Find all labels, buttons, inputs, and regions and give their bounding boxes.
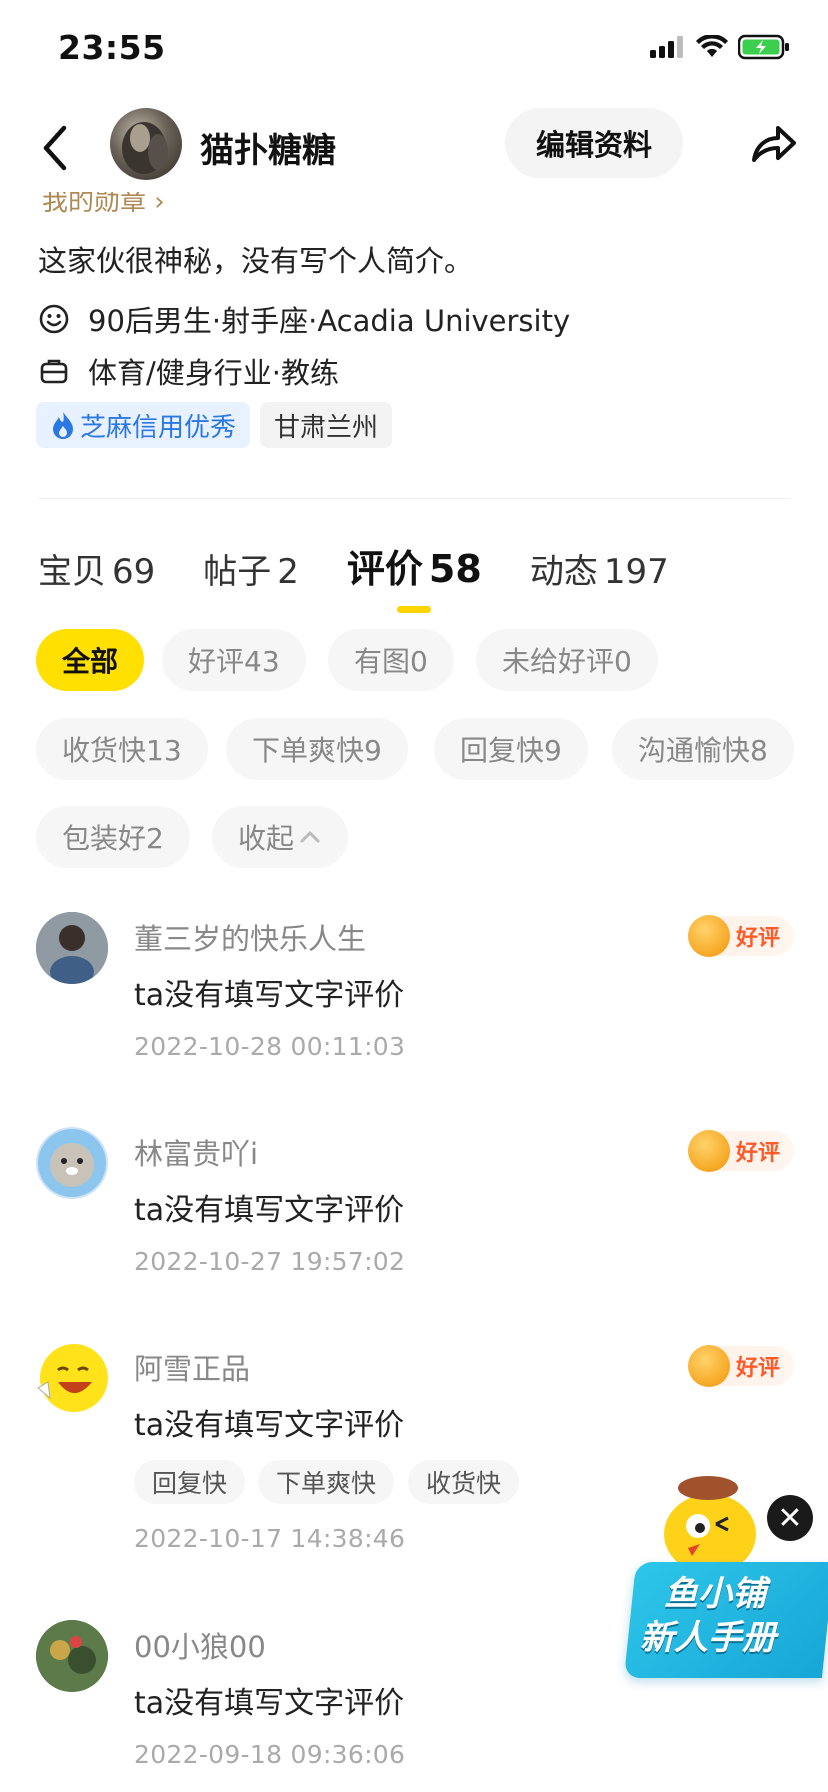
info-job-text: 体育/健身行业·教练 bbox=[88, 356, 339, 390]
reviewer-avatar[interactable] bbox=[36, 912, 108, 984]
tab-activity[interactable]: 动态 197 bbox=[530, 544, 669, 593]
header-username: 猫扑糖糖 bbox=[200, 131, 336, 171]
signal-icon bbox=[650, 36, 683, 58]
newbie-guide-text[interactable]: 鱼小铺 新人手册 bbox=[640, 1572, 828, 1660]
bio-text: 这家伙很神秘，没有写个人简介。 bbox=[38, 244, 474, 278]
tab-items-label: 宝贝 bbox=[38, 552, 106, 592]
mascot-chick-icon[interactable] bbox=[648, 1466, 768, 1576]
newbie-guide-line2: 新人手册 bbox=[640, 1618, 776, 1658]
tab-items[interactable]: 宝贝 69 bbox=[38, 544, 155, 593]
good-review-face-icon bbox=[688, 915, 730, 957]
filter-fast-reply[interactable]: 回复快9 bbox=[434, 718, 588, 780]
good-review-label: 好评 bbox=[736, 926, 781, 951]
good-review-label: 好评 bbox=[736, 1356, 781, 1381]
review-text: ta没有填写文字评价 bbox=[134, 1193, 405, 1228]
tab-reviews-label: 评价 bbox=[346, 547, 423, 591]
active-tab-indicator bbox=[397, 606, 432, 613]
tab-posts-label: 帖子 bbox=[203, 552, 272, 592]
filter-pleasant-comm[interactable]: 沟通愉快8 bbox=[612, 718, 794, 780]
review-text: ta没有填写文字评价 bbox=[134, 978, 405, 1013]
review-tag: 下单爽快 bbox=[258, 1460, 395, 1504]
credit-tag-label: 芝麻信用优秀 bbox=[80, 412, 237, 443]
good-review-face-icon bbox=[688, 1345, 730, 1387]
edit-profile-button[interactable]: 编辑资料 bbox=[505, 108, 683, 178]
review-date: 2022-10-27 19:57:02 bbox=[134, 1247, 406, 1276]
status-icons bbox=[650, 34, 790, 60]
filter-collapse[interactable]: 收起 bbox=[212, 806, 349, 868]
info-basic-text: 90后男生·射手座·Acadia University bbox=[88, 304, 571, 338]
filter-with-image[interactable]: 有图0 bbox=[328, 629, 454, 691]
briefcase-icon bbox=[40, 359, 68, 384]
tab-activity-label: 动态 bbox=[529, 552, 598, 592]
location-tag[interactable]: 甘肃兰州 bbox=[260, 402, 393, 448]
filter-good-package[interactable]: 包装好2 bbox=[36, 806, 190, 868]
share-icon[interactable] bbox=[748, 118, 798, 168]
reviewer-avatar[interactable] bbox=[36, 1620, 108, 1692]
info-row-basic: 90后男生·射手座·Acadia University bbox=[38, 298, 570, 340]
close-widget-button[interactable]: ✕ bbox=[767, 1495, 813, 1541]
tab-reviews-count: 58 bbox=[428, 547, 482, 591]
good-review-badge: 好评 bbox=[688, 1130, 794, 1172]
collapse-label: 收起 bbox=[238, 822, 295, 855]
review-date: 2022-10-17 14:38:46 bbox=[134, 1524, 406, 1553]
tab-activity-count: 197 bbox=[603, 552, 669, 592]
review-tag: 收货快 bbox=[408, 1460, 520, 1504]
header-avatar[interactable] bbox=[110, 108, 182, 180]
status-time: 23:55 bbox=[58, 28, 166, 67]
review-date: 2022-09-18 09:36:06 bbox=[134, 1740, 406, 1769]
reviewer-avatar[interactable] bbox=[36, 1127, 108, 1199]
divider bbox=[38, 498, 790, 499]
tab-posts-count: 2 bbox=[277, 552, 299, 592]
review-date: 2022-10-28 00:11:03 bbox=[134, 1032, 406, 1061]
review-text: ta没有填写文字评价 bbox=[134, 1686, 405, 1721]
filter-fast-delivery[interactable]: 收货快13 bbox=[36, 718, 208, 780]
newbie-guide-line1: 鱼小铺 bbox=[664, 1574, 766, 1614]
good-review-face-icon bbox=[688, 1130, 730, 1172]
filter-quick-order[interactable]: 下单爽快9 bbox=[226, 718, 408, 780]
tab-items-count: 69 bbox=[112, 552, 156, 592]
profile-tags: 芝麻信用优秀 甘肃兰州 bbox=[36, 402, 393, 448]
reviewer-name[interactable]: 林富贵吖i bbox=[134, 1131, 258, 1173]
good-review-badge: 好评 bbox=[688, 915, 794, 957]
tab-reviews[interactable]: 评价 58 bbox=[346, 538, 482, 613]
chevron-up-icon bbox=[300, 831, 320, 843]
back-icon[interactable] bbox=[36, 120, 76, 176]
flame-icon bbox=[53, 412, 73, 439]
review-tag: 回复快 bbox=[134, 1460, 246, 1504]
credit-tag[interactable]: 芝麻信用优秀 bbox=[36, 402, 251, 448]
medal-link-label: 我的勋章 bbox=[42, 192, 147, 216]
good-review-label: 好评 bbox=[736, 1141, 781, 1166]
filter-no-good[interactable]: 未给好评0 bbox=[476, 629, 658, 691]
reviewer-name[interactable]: 00小狼00 bbox=[134, 1624, 266, 1666]
smile-icon bbox=[39, 304, 69, 334]
reviewer-name[interactable]: 董三岁的快乐人生 bbox=[134, 916, 366, 958]
good-review-badge: 好评 bbox=[688, 1345, 794, 1387]
reviewer-name[interactable]: 阿雪正品 bbox=[134, 1346, 250, 1388]
medal-link[interactable]: 我的勋章 › bbox=[42, 192, 165, 216]
wifi-icon bbox=[696, 35, 728, 57]
tab-posts[interactable]: 帖子 2 bbox=[203, 544, 299, 593]
profile-tabs: 宝贝 69 帖子 2 评价 58 动态 197 bbox=[38, 538, 717, 613]
reviewer-avatar[interactable] bbox=[36, 1342, 108, 1414]
review-text: ta没有填写文字评价 bbox=[134, 1408, 405, 1443]
battery-icon bbox=[738, 34, 789, 60]
info-row-job: 体育/健身行业·教练 bbox=[38, 350, 339, 392]
filter-good[interactable]: 好评43 bbox=[162, 629, 306, 691]
filter-all[interactable]: 全部 bbox=[36, 629, 145, 691]
